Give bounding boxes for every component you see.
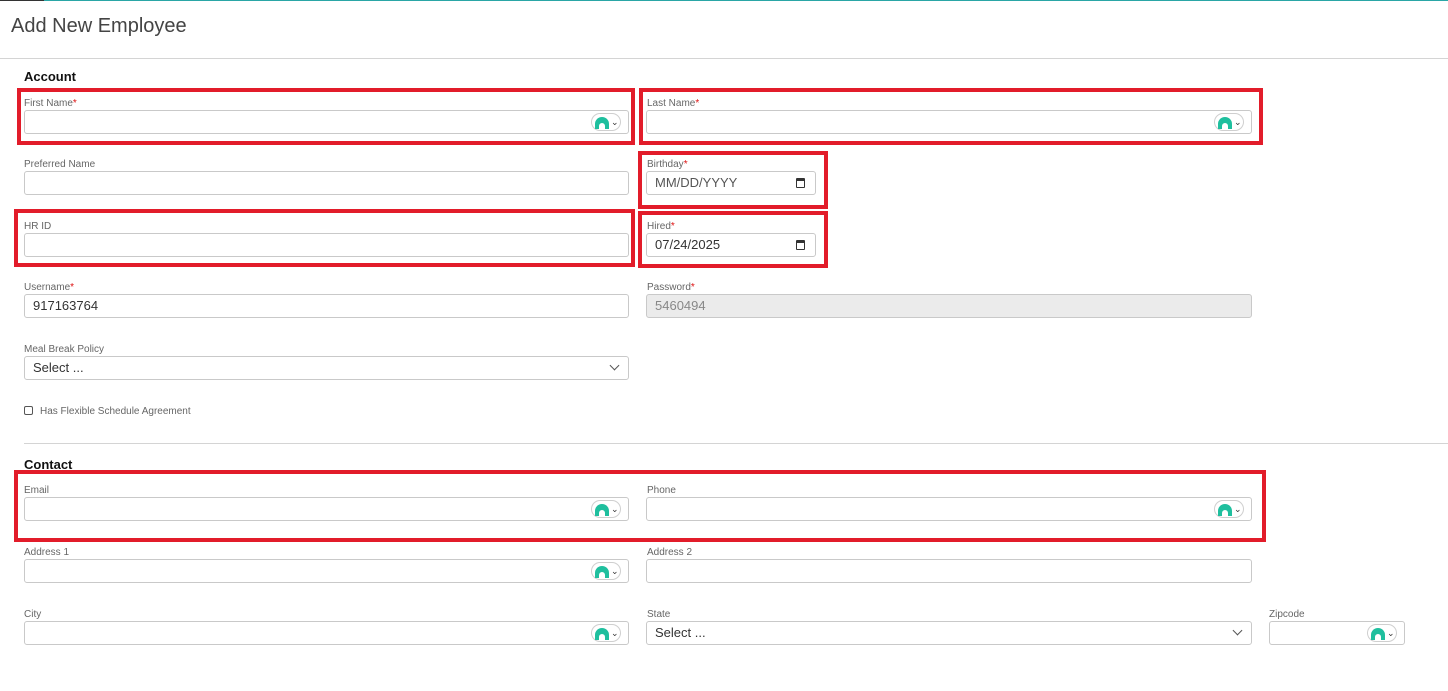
highlight-box [639,88,1263,145]
highlight-box [14,470,1266,542]
meal-break-policy-select[interactable]: Select ... [24,356,629,380]
highlight-box [638,211,828,268]
flexible-schedule-label[interactable]: Has Flexible Schedule Agreement [40,406,191,417]
username-input[interactable]: 917163764 [24,294,629,318]
address1-input[interactable]: ⌄ [24,559,629,583]
highlight-box [638,151,828,209]
address1-label: Address 1 [24,547,70,558]
flexible-schedule-checkbox[interactable] [24,406,33,415]
password-label: Password* [647,282,695,293]
page-title: Add New Employee [11,15,187,37]
autofill-extension-icon[interactable]: ⌄ [591,624,621,642]
password-input: 5460494 [646,294,1252,318]
section-title-account: Account [24,69,76,84]
autofill-extension-icon[interactable]: ⌄ [591,562,621,580]
chevron-down-icon [609,360,620,371]
address2-label: Address 2 [647,547,693,558]
header-divider [0,58,1448,59]
zipcode-label: Zipcode [1269,609,1305,620]
top-accent-dark [0,0,44,1]
meal-break-policy-label: Meal Break Policy [24,344,105,355]
chevron-down-icon [1232,625,1243,636]
preferred-name-input[interactable] [24,171,629,195]
highlight-box [14,209,635,267]
state-label: State [647,609,671,620]
state-select[interactable]: Select ... [646,621,1252,645]
address2-input[interactable] [646,559,1252,583]
top-accent-line [44,0,1448,1]
autofill-extension-icon[interactable]: ⌄ [1367,624,1397,642]
highlight-box [17,88,635,145]
zipcode-input[interactable]: ⌄ [1269,621,1405,645]
preferred-name-label: Preferred Name [24,159,96,170]
section-divider [24,443,1448,444]
city-input[interactable]: ⌄ [24,621,629,645]
city-label: City [24,609,42,620]
username-label: Username* [24,282,75,293]
